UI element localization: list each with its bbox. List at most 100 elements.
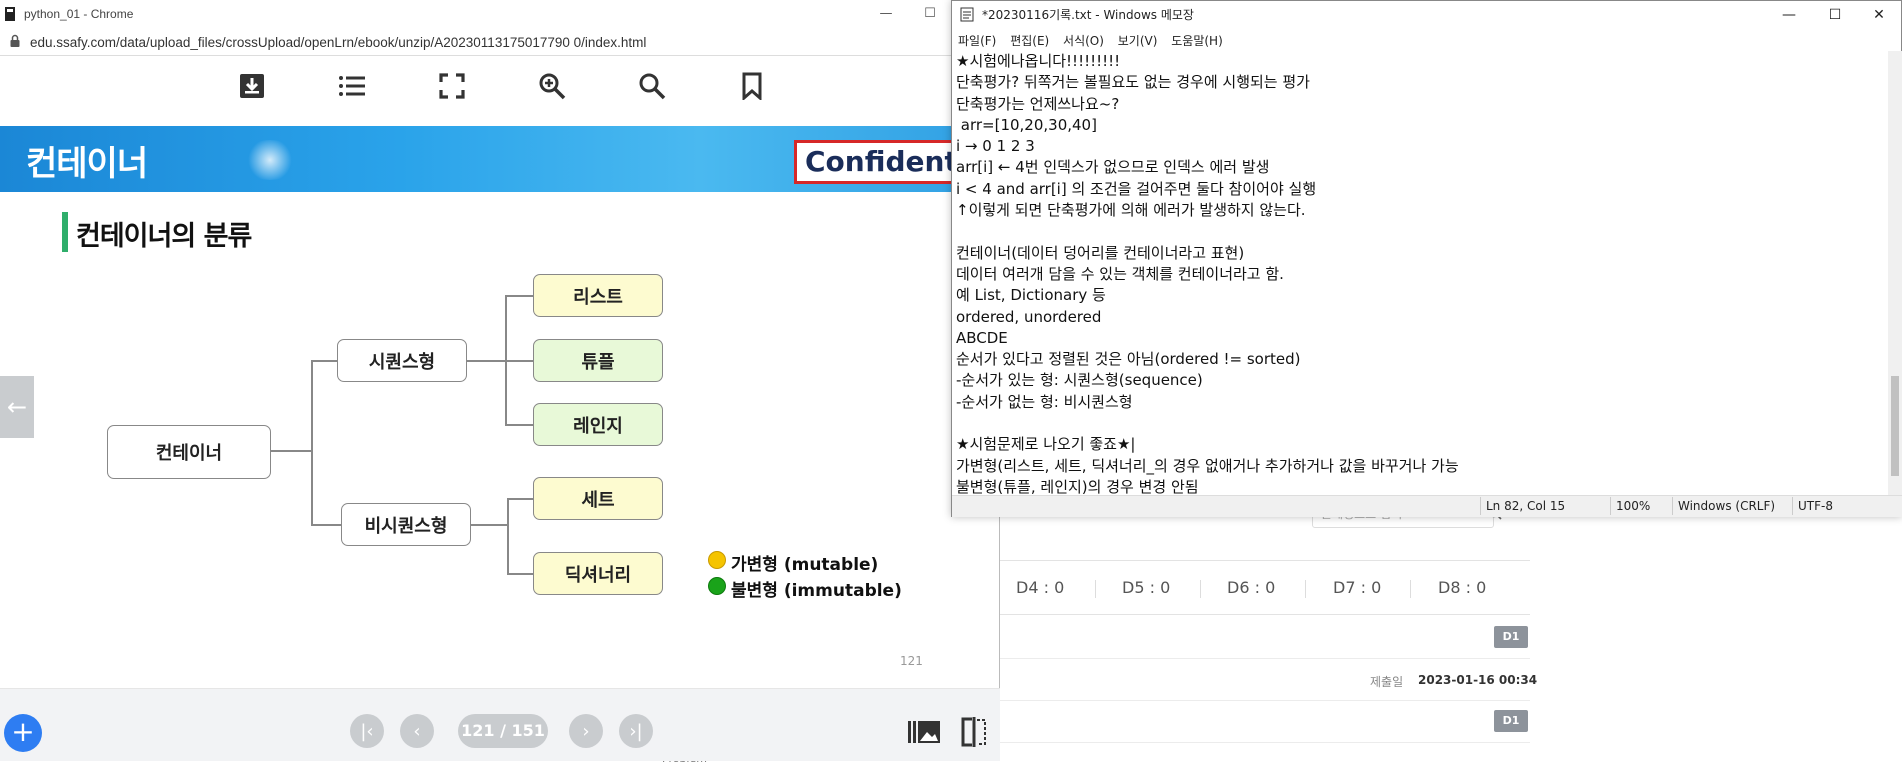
- divider: [1672, 497, 1673, 515]
- ebook-toolbar: [0, 56, 1000, 126]
- text-line: -순서가 있는 형: 시퀀스형(sequence): [956, 371, 1203, 390]
- slide-number: 121: [900, 654, 923, 668]
- node-container: 컨테이너: [107, 425, 271, 479]
- divider: [1000, 560, 1530, 561]
- menu-view[interactable]: 보기(V): [1118, 29, 1158, 49]
- page-banner: 컨테이너 Confidential: [0, 126, 1000, 192]
- section-accent: [62, 212, 68, 252]
- divider: [1200, 580, 1201, 598]
- node-tuple: 튜플: [533, 339, 663, 382]
- connector: [505, 295, 535, 297]
- connector: [507, 573, 535, 575]
- connector: [507, 498, 509, 574]
- download-icon[interactable]: [234, 68, 270, 104]
- maximize-button[interactable]: ☐: [910, 2, 950, 26]
- notepad-maximize-button[interactable]: ☐: [1812, 1, 1858, 29]
- text-line: ↑이렇게 되면 단축평가에 의해 에러가 발생하지 않는다.: [956, 201, 1306, 220]
- connector: [466, 360, 506, 362]
- menu-file[interactable]: 파일(F): [958, 29, 996, 49]
- app-icon: [5, 7, 15, 21]
- text-line: ABCDE: [956, 328, 1008, 347]
- day-tab-d4[interactable]: D4 : 0: [1016, 578, 1064, 597]
- notepad-minimize-button[interactable]: —: [1766, 1, 1812, 29]
- chrome-titlebar: python_01 - Chrome — ☐: [0, 0, 1000, 28]
- notepad-window: *20230116기록.txt - Windows 메모장 — ☐ ✕ 파일(F…: [951, 0, 1902, 517]
- prev-page-button[interactable]: ‹: [400, 714, 434, 748]
- notepad-close-button[interactable]: ✕: [1856, 1, 1902, 29]
- divider: [1305, 580, 1306, 598]
- cursor-position: Ln 82, Col 15: [1486, 499, 1566, 513]
- section-title: 컨테이너의 분류: [76, 221, 252, 252]
- divider: [1480, 497, 1481, 515]
- gallery-icon[interactable]: [907, 718, 941, 746]
- node-range: 레인지: [533, 403, 663, 446]
- mutable-dot-icon: [708, 551, 726, 569]
- submit-date: 2023-01-16 00:34: [1418, 673, 1538, 687]
- text-line: ★시험에나옵니다!!!!!!!!!: [956, 52, 1121, 70]
- text-line: 예 List, Dictionary 등: [956, 286, 1106, 305]
- last-page-button[interactable]: ›|: [619, 714, 653, 748]
- text-line: -순서가 없는 형: 비시퀀스형: [956, 392, 1133, 411]
- split-view-icon[interactable]: [960, 716, 988, 748]
- add-button[interactable]: +: [4, 714, 42, 752]
- text-line: 가변형(리스트, 세트, 딕셔너리_의 경우 없애거나 추가하거나 값을 바꾸거…: [956, 456, 1459, 475]
- connector: [507, 498, 535, 500]
- day-badge: D1: [1494, 710, 1528, 732]
- menu-format[interactable]: 서식(O): [1063, 29, 1104, 49]
- connector: [505, 360, 535, 362]
- text-line: 데이터 여러개 담을 수 있는 객체를 컨테이너라고 함.: [956, 264, 1284, 283]
- first-page-button[interactable]: |‹: [350, 714, 384, 748]
- address-bar[interactable]: edu.ssafy.com/data/upload_files/crossUpl…: [0, 28, 1000, 56]
- connector: [311, 360, 313, 524]
- text-line: ordered, unordered: [956, 307, 1102, 326]
- divider: [1000, 700, 1530, 701]
- bookmark-icon[interactable]: [734, 68, 770, 104]
- zoom-in-icon[interactable]: [534, 68, 570, 104]
- submit-label: 제출일: [1370, 675, 1404, 689]
- next-page-button[interactable]: ›: [569, 714, 603, 748]
- text-line: arr=[10,20,30,40]: [956, 115, 1097, 134]
- page-counter: 121 / 151: [458, 714, 548, 748]
- connector: [505, 424, 535, 426]
- day-tab-d5[interactable]: D5 : 0: [1122, 578, 1170, 597]
- divider: [1792, 497, 1793, 515]
- day-tab-d7[interactable]: D7 : 0: [1333, 578, 1381, 597]
- url-text[interactable]: edu.ssafy.com/data/upload_files/crossUpl…: [30, 35, 646, 50]
- menu-edit[interactable]: 편집(E): [1010, 29, 1049, 49]
- text-line: [956, 221, 1876, 242]
- line-ending: Windows (CRLF): [1678, 499, 1776, 513]
- node-set: 세트: [533, 477, 663, 520]
- node-non-sequence: 비시퀀스형: [341, 503, 471, 546]
- list-icon[interactable]: [334, 68, 370, 104]
- banner-title: 컨테이너: [26, 144, 148, 184]
- day-tab-d8[interactable]: D8 : 0: [1438, 578, 1486, 597]
- scrollbar-thumb[interactable]: [1891, 376, 1899, 476]
- divider: [1000, 658, 1530, 659]
- window-title: python_01 - Chrome: [24, 7, 134, 21]
- text-line: 단축평가는 언제쓰나요~?: [956, 94, 1120, 113]
- text-line: 불변형(튜플, 레인지)의 경우 변경 안됨: [956, 477, 1199, 495]
- day-tab-d6[interactable]: D6 : 0: [1227, 578, 1275, 597]
- notepad-text-area[interactable]: ★시험에나옵니다!!!!!!!!! 단축평가? 뒤쪽거는 볼필요도 없는 경우에 …: [956, 51, 1876, 495]
- zoom-level: 100%: [1616, 499, 1651, 513]
- search-icon[interactable]: [634, 68, 670, 104]
- divider: [1000, 742, 1530, 743]
- text-line: arr[i] ← 4번 인덱스가 없으므로 인덱스 에러 발생: [956, 158, 1270, 177]
- minimize-button[interactable]: —: [866, 2, 906, 26]
- divider: [1000, 614, 1530, 615]
- divider: [1610, 497, 1611, 515]
- node-sequence: 시퀀스형: [337, 339, 467, 382]
- divider: [1410, 580, 1411, 598]
- prev-page-arrow[interactable]: ←: [0, 376, 34, 438]
- text-line: i < 4 and arr[i] 의 조건을 걸어주면 둘다 참이어야 실행: [956, 179, 1317, 198]
- connector: [270, 450, 312, 452]
- text-line: i → 0 1 2 3: [956, 137, 1035, 156]
- text-line: ★시험문제로 나오기 좋죠★|: [956, 435, 1136, 454]
- text-line: 단축평가? 뒤쪽거는 볼필요도 없는 경우에 시행되는 평가: [956, 73, 1310, 92]
- menu-help[interactable]: 도움말(H): [1171, 29, 1223, 49]
- connector: [311, 360, 337, 362]
- node-list: 리스트: [533, 274, 663, 317]
- text-line: 컨테이너(데이터 덩어리를 컨테이너라고 표현): [956, 243, 1245, 262]
- fullscreen-icon[interactable]: [434, 68, 470, 104]
- legend-mutable: 가변형 (mutable): [731, 555, 879, 575]
